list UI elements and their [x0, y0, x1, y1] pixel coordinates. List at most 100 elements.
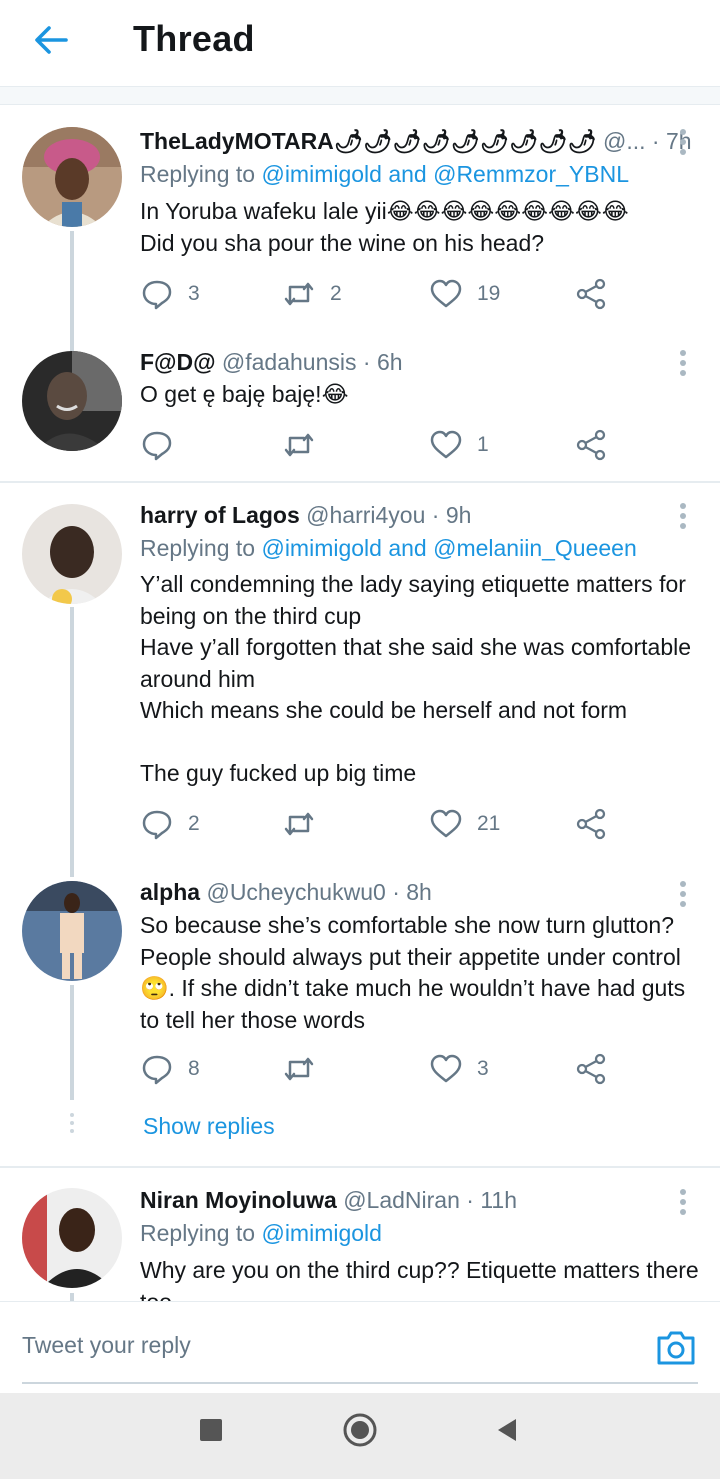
share-button[interactable] — [574, 274, 608, 314]
recents-button[interactable] — [200, 1419, 222, 1441]
system-nav-bar — [0, 1393, 720, 1479]
reply-button[interactable]: 3 — [140, 274, 200, 314]
thread-connector — [70, 985, 74, 1100]
tweet-time: · 8h — [392, 879, 432, 905]
author-handle[interactable]: @fadahunsis — [222, 349, 357, 375]
camera-button[interactable] — [655, 1328, 697, 1368]
page-title: Thread — [133, 18, 255, 59]
reply-count: 8 — [188, 1057, 200, 1080]
retweet-icon — [284, 1057, 314, 1081]
reply-icon — [142, 431, 172, 461]
tweet-actions: 8 3 — [140, 1049, 640, 1089]
author-handle[interactable]: @Ucheychukwu0 — [206, 879, 385, 905]
divider — [0, 1166, 720, 1168]
reply-button[interactable]: 2 — [140, 804, 200, 844]
retweet-icon — [284, 433, 314, 457]
reply-icon — [142, 810, 172, 840]
avatar[interactable] — [22, 1188, 122, 1288]
author-handle[interactable]: @harri4you — [306, 502, 425, 528]
retweet-icon — [284, 812, 314, 836]
thread-connector — [70, 1293, 74, 1301]
retweet-button[interactable]: 2 — [282, 274, 342, 314]
more-options-button[interactable] — [672, 125, 694, 159]
replying-to: Replying to @imimigold and @Remmzor_YBNL — [140, 161, 629, 188]
reply-button[interactable]: 8 — [140, 1049, 200, 1089]
avatar[interactable] — [22, 504, 122, 604]
retweet-button[interactable] — [282, 804, 330, 844]
like-button[interactable]: 21 — [429, 804, 500, 844]
retweet-icon — [284, 282, 314, 306]
share-button[interactable] — [574, 804, 608, 844]
like-button[interactable]: 1 — [429, 425, 489, 465]
share-icon — [576, 1053, 606, 1085]
more-options-button[interactable] — [672, 346, 694, 380]
input-underline — [22, 1382, 698, 1384]
retweet-button[interactable] — [282, 1049, 330, 1089]
replying-to: Replying to @imimigold and @melaniin_Que… — [140, 535, 637, 562]
tweet-text: Y’all condemning the lady saying etiquet… — [140, 571, 692, 786]
home-button[interactable] — [342, 1412, 378, 1448]
author-name[interactable]: harry of Lagos — [140, 502, 300, 528]
avatar[interactable] — [22, 881, 122, 981]
thread-feed[interactable]: TheLadyMOTARA🌶🌶🌶🌶🌶🌶🌶🌶🌶 @... · 7h Replyin… — [0, 105, 720, 1301]
tweet-actions: 3 2 19 — [140, 274, 640, 314]
section-gap — [0, 87, 720, 104]
tweet-text: In Yoruba wafeku lale yii😂😂😂😂😂😂😂😂😂 Did y… — [140, 198, 629, 256]
system-back-button[interactable] — [494, 1416, 520, 1444]
share-icon — [576, 278, 606, 310]
top-bar: Thread — [0, 0, 720, 86]
heart-icon — [430, 1054, 462, 1083]
replying-prefix: Replying to — [140, 161, 256, 187]
tweet-actions: 1 — [140, 425, 640, 465]
show-replies-link[interactable]: Show replies — [143, 1113, 275, 1140]
more-options-button[interactable] — [672, 877, 694, 911]
triangle-back-icon — [498, 1419, 516, 1441]
avatar[interactable] — [22, 127, 122, 227]
like-button[interactable]: 19 — [429, 274, 500, 314]
author-name[interactable]: Niran Moyinoluwa — [140, 1187, 337, 1213]
retweet-button[interactable] — [282, 425, 330, 465]
circle-icon — [343, 1413, 377, 1447]
author-name[interactable]: alpha — [140, 879, 200, 905]
author-name[interactable]: TheLadyMOTARA🌶🌶🌶🌶🌶🌶🌶🌶🌶 — [140, 128, 597, 154]
replying-to-link[interactable]: @imimigold and @melaniin_Queeen — [261, 535, 636, 561]
divider — [0, 481, 720, 483]
tweet-actions: 2 21 — [140, 804, 640, 844]
avatar[interactable] — [22, 351, 122, 451]
tweet-text: O get ę baję baję!😂 — [140, 381, 349, 407]
author-handle[interactable]: @... — [603, 128, 646, 154]
reply-button[interactable] — [140, 425, 188, 465]
share-button[interactable] — [574, 425, 608, 465]
retweet-count: 2 — [330, 282, 342, 305]
more-options-button[interactable] — [672, 499, 694, 533]
reply-count: 2 — [188, 812, 200, 835]
replying-prefix: Replying to — [140, 535, 256, 561]
heart-icon — [430, 809, 462, 838]
like-button[interactable]: 3 — [429, 1049, 489, 1089]
more-options-button[interactable] — [672, 1185, 694, 1219]
like-count: 19 — [477, 282, 501, 305]
replying-to-link[interactable]: @imimigold — [261, 1220, 381, 1246]
tweet-time: · 9h — [431, 502, 472, 528]
share-icon — [576, 808, 606, 840]
share-button[interactable] — [574, 1049, 608, 1089]
reply-icon — [142, 280, 172, 310]
reply-icon — [142, 1055, 172, 1085]
like-count: 21 — [477, 812, 501, 835]
back-button[interactable] — [30, 20, 72, 60]
thread-connector — [70, 607, 74, 877]
more-replies-indicator — [67, 1113, 77, 1133]
heart-icon — [430, 279, 462, 308]
camera-icon — [657, 1331, 695, 1365]
tweet-time: · 11h — [466, 1187, 517, 1213]
tweet-text: Why are you on the third cup?? Etiquette… — [140, 1257, 699, 1301]
reply-composer: Tweet your reply — [0, 1301, 720, 1392]
author-handle[interactable]: @LadNiran — [343, 1187, 460, 1213]
reply-count: 3 — [188, 282, 200, 305]
reply-input[interactable]: Tweet your reply — [22, 1332, 191, 1359]
replying-to-link[interactable]: @imimigold and @Remmzor_YBNL — [261, 161, 629, 187]
replying-prefix: Replying to — [140, 1220, 256, 1246]
author-name[interactable]: F@D@ — [140, 349, 216, 375]
share-icon — [576, 429, 606, 461]
tweet-time: · 6h — [362, 349, 403, 375]
